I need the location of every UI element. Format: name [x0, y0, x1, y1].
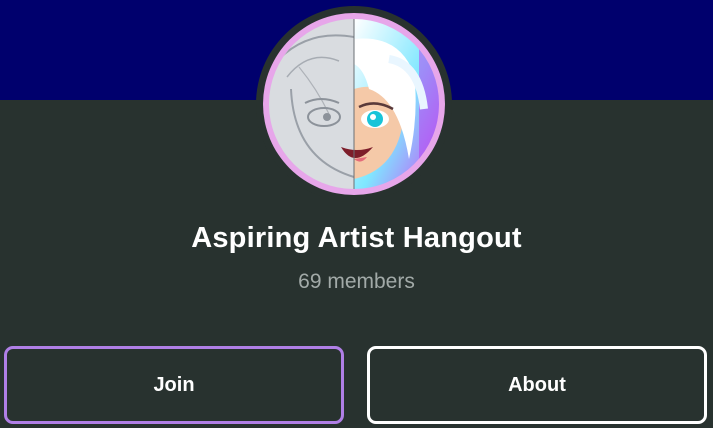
join-button[interactable]: Join [4, 346, 344, 424]
member-count: 69 members [298, 270, 415, 293]
about-button[interactable]: About [367, 346, 707, 424]
about-button-label: About [508, 373, 566, 396]
anime-character-avatar-icon [269, 19, 439, 189]
group-title: Aspiring Artist Hangout [191, 222, 522, 254]
join-button-label: Join [153, 373, 195, 396]
group-avatar[interactable] [263, 13, 445, 195]
group-avatar-frame [256, 6, 452, 202]
